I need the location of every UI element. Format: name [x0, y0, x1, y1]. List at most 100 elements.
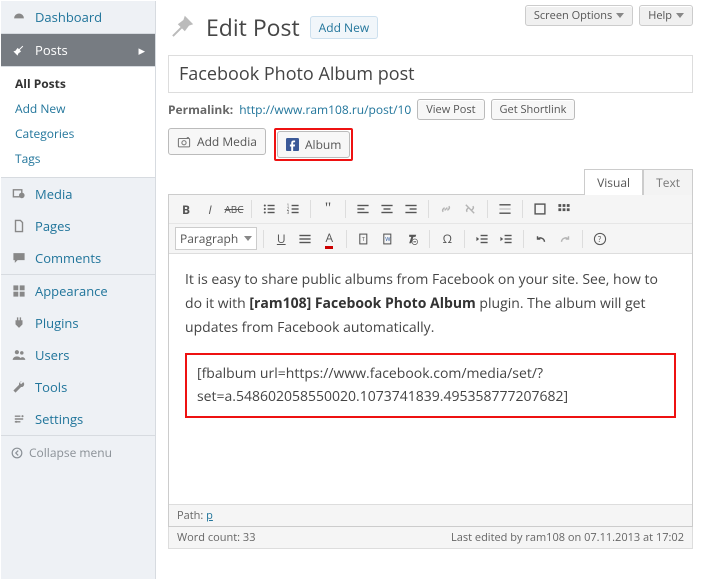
last-edited: Last edited by ram108 on 07.11.2013 at 1…	[451, 530, 684, 545]
format-label: Paragraph	[180, 230, 238, 247]
sidebar-item-media[interactable]: Media	[1, 178, 155, 210]
submenu-categories[interactable]: Categories	[1, 121, 155, 146]
sidebar-item-settings[interactable]: Settings	[1, 403, 155, 435]
sidebar-item-dashboard[interactable]: Dashboard	[1, 1, 155, 33]
format-select[interactable]: Paragraph	[175, 227, 257, 250]
link-button[interactable]	[435, 198, 457, 220]
submenu-all-posts[interactable]: All Posts	[1, 71, 155, 96]
add-media-button[interactable]: Add Media	[168, 128, 266, 155]
editor-footer: Word count: 33 Last edited by ram108 on …	[168, 527, 693, 549]
align-center-button[interactable]	[376, 198, 398, 220]
sidebar-item-comments[interactable]: Comments	[1, 242, 155, 274]
editor-statusbar: Path: p	[169, 504, 692, 526]
sidebar-label: Users	[35, 346, 69, 364]
quote-button[interactable]: "	[317, 198, 339, 220]
sidebar-label: Tools	[35, 378, 67, 396]
strike-button[interactable]: ABC	[223, 198, 245, 220]
sidebar-item-tools[interactable]: Tools	[1, 371, 155, 403]
path-label: Path:	[177, 508, 203, 523]
separator	[523, 230, 524, 248]
appearance-icon	[11, 283, 27, 299]
redo-button[interactable]	[554, 228, 576, 250]
chevron-down-icon	[676, 13, 684, 18]
italic-button[interactable]: I	[199, 198, 221, 220]
align-right-button[interactable]	[400, 198, 422, 220]
sidebar-item-appearance[interactable]: Appearance	[1, 274, 155, 307]
charmap-button[interactable]: Ω	[436, 228, 458, 250]
collapse-label: Collapse menu	[29, 444, 112, 461]
separator	[346, 230, 347, 248]
editor-content[interactable]: It is easy to share public albums from F…	[169, 254, 692, 504]
sidebar-label: Dashboard	[35, 8, 102, 26]
separator	[251, 200, 252, 218]
help-label: Help	[648, 8, 672, 23]
sidebar-item-posts[interactable]: Posts ▸	[1, 33, 155, 66]
editor-box: B I ABC 123 "	[168, 194, 693, 527]
collapse-menu[interactable]: Collapse menu	[1, 435, 155, 469]
chevron-icon: ▸	[138, 41, 145, 59]
paste-word-button[interactable]: W	[377, 228, 399, 250]
view-post-button[interactable]: View Post	[417, 99, 484, 120]
add-new-button[interactable]: Add New	[310, 16, 378, 39]
add-media-label: Add Media	[197, 133, 257, 150]
unlink-button[interactable]	[459, 198, 481, 220]
tab-visual[interactable]: Visual	[584, 169, 643, 195]
sidebar-item-users[interactable]: Users	[1, 339, 155, 371]
fullscreen-button[interactable]	[529, 198, 551, 220]
dashboard-icon	[11, 9, 27, 25]
ul-button[interactable]	[258, 198, 280, 220]
pin-icon	[168, 13, 196, 41]
users-icon	[11, 347, 27, 363]
post-title-input[interactable]: Facebook Photo Album post	[168, 55, 693, 93]
tab-text[interactable]: Text	[643, 169, 693, 195]
pin-icon	[11, 42, 27, 58]
indent-button[interactable]	[495, 228, 517, 250]
svg-text:?: ?	[598, 234, 602, 244]
separator	[464, 230, 465, 248]
album-button[interactable]: Album	[277, 131, 350, 158]
separator	[429, 230, 430, 248]
outdent-button[interactable]	[471, 228, 493, 250]
media-icon	[11, 186, 27, 202]
sidebar-label: Comments	[35, 249, 101, 267]
justify-button[interactable]	[294, 228, 316, 250]
more-button[interactable]	[494, 198, 516, 220]
permalink-url[interactable]: http://www.ram108.ru/post/10	[239, 101, 411, 118]
path-value[interactable]: p	[206, 508, 213, 523]
separator	[428, 200, 429, 218]
page-heading: Edit Post	[206, 11, 300, 43]
screen-options-button[interactable]: Screen Options	[525, 5, 633, 26]
help-icon-button[interactable]: ?	[589, 228, 611, 250]
separator	[345, 200, 346, 218]
permalink-label: Permalink:	[168, 101, 233, 118]
admin-sidebar: Dashboard Posts ▸ All Posts Add New Cate…	[1, 1, 156, 579]
help-button[interactable]: Help	[639, 5, 693, 26]
kitchensink-button[interactable]	[553, 198, 575, 220]
underline-button[interactable]: U	[270, 228, 292, 250]
page-icon	[11, 218, 27, 234]
textcolor-button[interactable]: A	[318, 228, 340, 250]
get-shortlink-button[interactable]: Get Shortlink	[491, 99, 576, 120]
ol-button[interactable]: 123	[282, 198, 304, 220]
highlight-box: Album	[274, 128, 353, 161]
remove-format-button[interactable]	[401, 228, 423, 250]
facebook-icon	[286, 138, 299, 151]
submenu-add-new[interactable]: Add New	[1, 96, 155, 121]
submenu-tags[interactable]: Tags	[1, 146, 155, 171]
sidebar-label: Pages	[35, 217, 71, 235]
screen-options-label: Screen Options	[534, 8, 612, 23]
tools-icon	[11, 379, 27, 395]
main-content: Screen Options Help Edit Post Add New Fa…	[156, 1, 705, 579]
settings-icon	[11, 411, 27, 427]
paste-text-button[interactable]: T	[353, 228, 375, 250]
sidebar-label: Appearance	[35, 282, 108, 300]
shortcode-highlight: [fbalbum url=https://www.facebook.com/me…	[185, 353, 676, 418]
chevron-down-icon	[244, 236, 252, 241]
posts-submenu: All Posts Add New Categories Tags	[1, 66, 155, 178]
align-left-button[interactable]	[352, 198, 374, 220]
album-label: Album	[305, 136, 341, 153]
bold-button[interactable]: B	[175, 198, 197, 220]
undo-button[interactable]	[530, 228, 552, 250]
sidebar-item-pages[interactable]: Pages	[1, 210, 155, 242]
sidebar-item-plugins[interactable]: Plugins	[1, 307, 155, 339]
